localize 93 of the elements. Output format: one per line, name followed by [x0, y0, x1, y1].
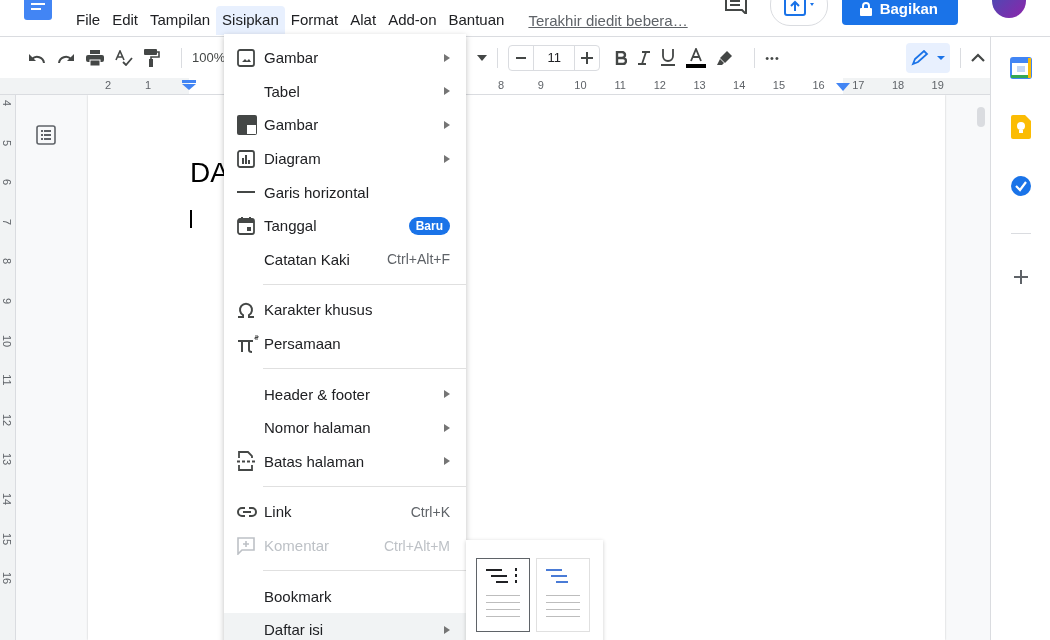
ruler-number: 12: [1, 413, 13, 426]
ruler-number: 9: [1, 296, 13, 307]
minus-icon: [516, 56, 527, 59]
menu-item[interactable]: File: [70, 6, 107, 35]
ruler-number: 6: [1, 178, 13, 188]
ruler-number: 10: [1, 334, 13, 347]
add-icon[interactable]: [1013, 270, 1028, 284]
lock-icon: [859, 1, 872, 16]
horizontal-line-icon: [237, 191, 255, 194]
new-badge: Baru: [408, 216, 450, 235]
ruler-number: 18: [891, 79, 905, 91]
ruler-number: 9: [537, 79, 544, 91]
image-icon: [237, 48, 255, 67]
menu-item[interactable]: Gambar: [224, 108, 466, 142]
ruler-number: 1: [144, 79, 152, 91]
add-comment-icon: [237, 536, 255, 555]
menu-item[interactable]: Format: [284, 6, 345, 35]
ruler-number: 19: [931, 79, 944, 91]
menu-item[interactable]: Add-on: [382, 6, 443, 35]
chart-icon: [237, 149, 255, 168]
menu-item[interactable]: Garis horizontal: [224, 175, 466, 209]
bold-icon[interactable]: [615, 50, 628, 65]
ruler-number: 15: [1, 532, 13, 545]
share-button[interactable]: Bagikan: [841, 0, 958, 25]
omega-icon: [237, 301, 255, 318]
menu-item[interactable]: Daftar isi: [224, 612, 466, 640]
menu-item[interactable]: Nomor halaman: [224, 410, 466, 445]
menu-item[interactable]: Tanggal Baru: [224, 208, 466, 243]
ruler-number: 14: [1, 493, 13, 505]
ruler-number: 11: [1, 374, 13, 387]
shortcut-text: Ctrl+K: [410, 503, 450, 520]
page-break-icon: [237, 451, 255, 472]
ruler-number: 14: [733, 79, 746, 91]
menu-item[interactable]: Diagram: [224, 141, 466, 176]
ruler-number: 7: [1, 217, 13, 227]
comment-icon[interactable]: [723, 0, 748, 14]
menu-item[interactable]: Persamaan: [224, 326, 466, 361]
ruler-number: 17: [852, 79, 865, 91]
menu-item[interactable]: Bantuan: [442, 6, 511, 35]
ruler-number: 10: [574, 79, 587, 91]
collapse-icon[interactable]: [970, 53, 985, 62]
highlighter-icon[interactable]: [717, 49, 734, 66]
plus-icon: [581, 51, 594, 64]
indent-marker-icon[interactable]: [836, 83, 850, 91]
ruler-number: 13: [1, 453, 13, 466]
print-icon[interactable]: [86, 49, 104, 66]
outline-icon[interactable]: [36, 125, 56, 145]
menu-item[interactable]: Alat: [344, 6, 383, 35]
ruler-number: 12: [653, 79, 666, 91]
numbered-contents-option[interactable]: [476, 558, 530, 632]
underline-icon[interactable]: [661, 49, 676, 66]
last-edit-link[interactable]: Terakhir diedit bebera…: [528, 12, 688, 29]
italic-icon[interactable]: [638, 50, 651, 65]
scrollbar-thumb[interactable]: [977, 107, 985, 127]
menu-item[interactable]: Karakter khusus: [224, 293, 466, 327]
shortcut-text: Ctrl+Alt+F: [387, 251, 450, 268]
calendar-icon: [237, 216, 255, 235]
menu-item[interactable]: Sisipkan: [216, 6, 285, 35]
ruler-number: 4: [1, 98, 13, 109]
menu-item[interactable]: Batas halaman: [224, 444, 466, 479]
drawing-icon: [237, 115, 257, 135]
ruler-number: 11: [614, 79, 626, 91]
tasks-icon[interactable]: [1009, 175, 1032, 197]
menu-item[interactable]: Header & footer: [224, 377, 466, 411]
linked-contents-option[interactable]: [536, 558, 590, 632]
spellcheck-icon[interactable]: [115, 49, 133, 66]
ruler-number: 5: [1, 138, 13, 148]
menu-item[interactable]: Bookmark: [224, 579, 466, 613]
ruler-number: 8: [1, 257, 13, 267]
text-color-icon[interactable]: [686, 47, 707, 68]
text-cursor: [190, 210, 192, 228]
menu-item[interactable]: Link Ctrl+K: [224, 495, 466, 529]
ruler-number: 16: [812, 79, 825, 91]
zoom-value[interactable]: 100%: [192, 50, 226, 65]
menu-item[interactable]: Catatan Kaki Ctrl+Alt+F: [224, 242, 466, 277]
ruler-number: 15: [772, 79, 785, 91]
link-icon: [237, 506, 257, 517]
menu-item[interactable]: Tampilan: [144, 6, 217, 35]
ruler-number: 16: [1, 572, 13, 585]
more-options-button[interactable]: •••: [765, 51, 780, 64]
indent-marker-icon[interactable]: [182, 80, 196, 90]
menu-item[interactable]: Edit: [106, 6, 145, 35]
ruler-number: 8: [497, 79, 505, 91]
equation-icon: [237, 334, 259, 353]
ruler-number: 13: [693, 79, 706, 91]
menu-item[interactable]: Gambar: [224, 41, 466, 75]
calendar-icon[interactable]: [1009, 57, 1032, 79]
shortcut-text: Ctrl+Alt+M: [383, 537, 450, 554]
paint-format-icon[interactable]: [144, 48, 160, 67]
ruler-number: 2: [104, 79, 112, 91]
editing-mode-button[interactable]: [905, 42, 950, 73]
caret-icon[interactable]: [477, 54, 488, 61]
undo-icon[interactable]: [28, 51, 46, 64]
